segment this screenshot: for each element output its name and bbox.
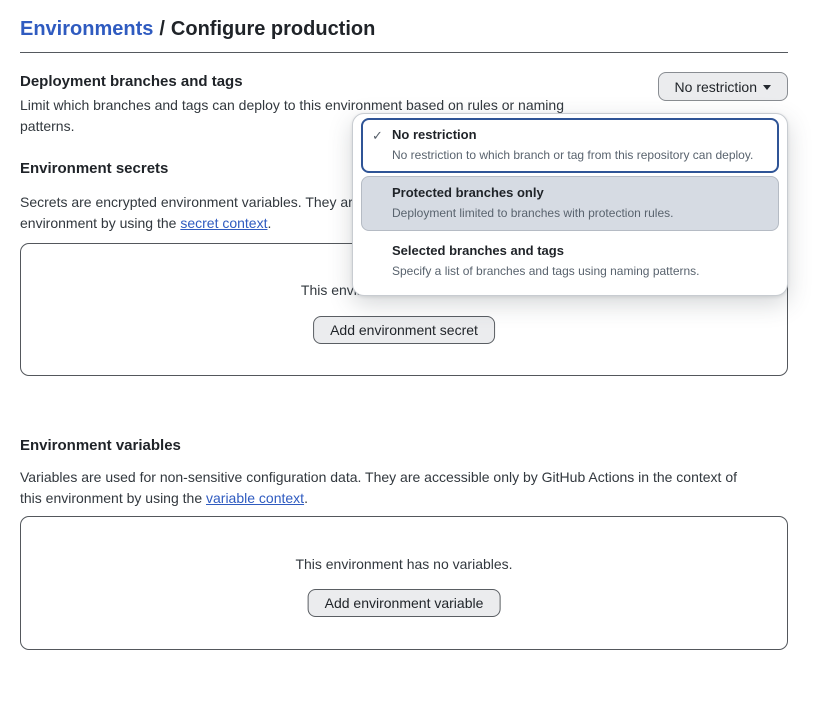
environments-breadcrumb-link[interactable]: Environments [20, 18, 153, 40]
configure-environment-page: Environments / Configure production Deploy… [0, 0, 830, 715]
menu-option-title: No restriction [392, 126, 766, 144]
environment-variables-description: Variables are used for non-sensitive con… [20, 467, 788, 509]
environment-variables-heading: Environment variables [20, 437, 181, 455]
add-environment-secret-button[interactable]: Add environment secret [313, 316, 495, 344]
check-icon: ✓ [372, 128, 383, 144]
deployment-policy-menu: ✓ No restriction No restriction to which… [352, 113, 788, 296]
header-divider [20, 52, 788, 53]
chevron-down-icon [763, 85, 771, 90]
variables-empty-box: This environment has no variables. Add e… [20, 516, 788, 650]
page-title-text: Configure production [171, 18, 375, 40]
menu-option-title: Protected branches only [392, 184, 766, 202]
deployment-policy-button-label: No restriction [675, 79, 757, 95]
menu-option-description: No restriction to which branch or tag fr… [392, 147, 766, 163]
deployment-branches-heading: Deployment branches and tags [20, 73, 243, 91]
secret-context-link[interactable]: secret context [180, 215, 267, 231]
variables-empty-text: This environment has no variables. [21, 554, 787, 574]
menu-option-no-restriction[interactable]: ✓ No restriction No restriction to which… [361, 118, 779, 173]
variable-context-link[interactable]: variable context [206, 490, 304, 506]
menu-option-selected-branches[interactable]: Selected branches and tags Specify a lis… [361, 234, 779, 289]
menu-option-description: Specify a list of branches and tags usin… [392, 263, 766, 279]
page-title: Environments / Configure production [20, 14, 375, 44]
menu-option-protected-branches[interactable]: Protected branches only Deployment limit… [361, 176, 779, 231]
menu-option-description: Deployment limited to branches with prot… [392, 205, 766, 221]
breadcrumb-separator: / [159, 18, 165, 40]
menu-option-title: Selected branches and tags [392, 242, 766, 260]
environment-secrets-heading: Environment secrets [20, 160, 168, 178]
add-environment-variable-button[interactable]: Add environment variable [308, 589, 501, 617]
deployment-policy-button[interactable]: No restriction [658, 72, 788, 101]
